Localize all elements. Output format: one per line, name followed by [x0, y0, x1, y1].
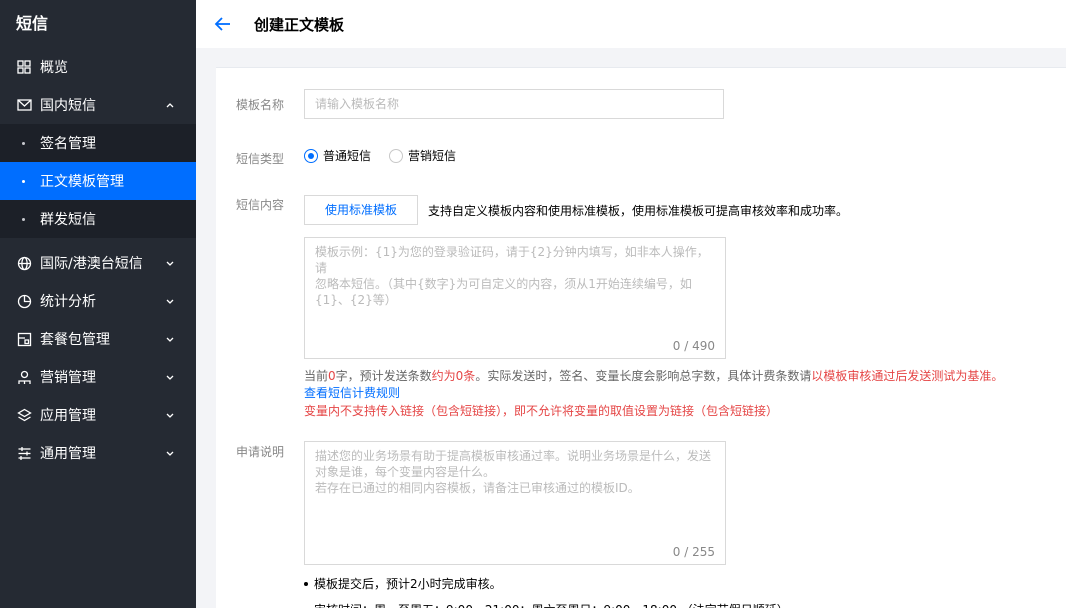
sidebar-item-label: 群发短信	[40, 212, 96, 228]
sidebar-item-label: 统计分析	[40, 294, 96, 310]
chevron-down-icon	[166, 299, 174, 304]
page-title: 创建正文模板	[254, 15, 345, 34]
sms-type-label: 短信类型	[236, 152, 285, 166]
bullet-dot	[22, 218, 25, 221]
sidebar-item-general[interactable]: 通用管理	[0, 434, 196, 472]
sidebar-item-label: 套餐包管理	[40, 332, 110, 348]
submenu-domestic-sms: 签名管理 正文模板管理 群发短信	[0, 124, 196, 238]
sidebar-item-international-sms[interactable]: 国际/港澳台短信	[0, 244, 196, 282]
bullet-dot	[22, 142, 25, 145]
chevron-down-icon	[166, 413, 174, 418]
radio-marketing-sms[interactable]	[389, 148, 404, 163]
sidebar-item-label: 应用管理	[40, 408, 96, 424]
sidebar-item-marketing[interactable]: 营销管理	[0, 358, 196, 396]
mail-icon	[16, 97, 32, 113]
chevron-down-icon	[166, 261, 174, 266]
layers-icon	[16, 407, 32, 423]
content-placeholder-line: {1}、{2}等）	[315, 293, 397, 307]
content-placeholder-line: 忽略本短信。（其中{数字}为可自定义的内容，须从1开始连续编号，如	[315, 277, 692, 291]
sidebar-item-package-management[interactable]: 套餐包管理	[0, 320, 196, 358]
note-text: 字，预计发送条数	[335, 369, 432, 383]
page-header: 创建正文模板	[196, 0, 1066, 48]
radio-normal-sms[interactable]	[304, 148, 318, 163]
pie-chart-icon	[16, 293, 32, 309]
user-group-icon	[16, 369, 32, 385]
note-text: 。实际发送时，签名、变量长度会影响总字数，具体计费条数请	[475, 369, 812, 383]
sidebar-item-label: 签名管理	[40, 136, 96, 152]
desc-placeholder-line: 对象是谁，每个变量内容是什么。	[315, 465, 496, 479]
sidebar-item-label: 营销管理	[40, 370, 96, 386]
review-note-item: 模板提交后，预计2小时完成审核。	[304, 573, 789, 595]
content-placeholder-line: 模板示例：{1}为您的登录验证码，请于{2}分钟内填写，如非本人操作，请	[315, 245, 709, 275]
sms-content-textarea[interactable]: 模板示例：{1}为您的登录验证码，请于{2}分钟内填写，如非本人操作，请 忽略本…	[304, 237, 726, 359]
sms-type-radio-group: 普通短信 营销短信	[304, 147, 474, 164]
sidebar-item-label: 概览	[40, 60, 68, 76]
bullet-dot	[22, 180, 25, 183]
radio-label-normal[interactable]: 普通短信	[323, 147, 371, 164]
sidebar-item-domestic-sms[interactable]: 国内短信	[0, 86, 196, 124]
note-text: 当前	[304, 369, 329, 383]
form-card: 模板名称 请输入模板名称 短信类型 普通短信 营销短信 短信内容 使用标准模板 …	[216, 67, 1066, 608]
note-highlight: 以模板审核通过后发送测试为基准。	[811, 369, 1004, 383]
chevron-down-icon	[166, 337, 174, 342]
standard-template-description: 支持自定义模板内容和使用标准模板，使用标准模板可提高审核效率和成功率。	[428, 204, 849, 218]
chevron-down-icon	[166, 375, 174, 380]
template-name-input[interactable]: 请输入模板名称	[304, 89, 724, 119]
radio-label-marketing[interactable]: 营销短信	[408, 147, 456, 164]
chevron-up-icon	[166, 103, 174, 108]
desc-placeholder-line: 若存在已通过的相同内容模板，请备注已审核通过的模板ID。	[315, 481, 640, 495]
grid-icon	[16, 59, 32, 75]
application-description-label: 申请说明	[236, 445, 285, 459]
chevron-down-icon	[166, 451, 174, 456]
desc-placeholder-line: 描述您的业务场景有助于提高模板审核通过率。说明业务场景是什么，发送	[315, 449, 712, 463]
use-standard-template-button[interactable]: 使用标准模板	[304, 195, 418, 225]
sidebar-item-application[interactable]: 应用管理	[0, 396, 196, 434]
review-notes: 模板提交后，预计2小时完成审核。 审核时间：周一至周五：9:00 - 21:00…	[304, 573, 789, 608]
review-note-item: 审核时间：周一至周五：9:00 - 21:00；周六至周日：9:00 - 18:…	[304, 599, 789, 608]
sidebar-item-label: 通用管理	[40, 446, 96, 462]
note-estimate: 约为0条	[431, 369, 476, 383]
sidebar-brand: 短信	[16, 14, 49, 33]
sidebar-item-label: 国际/港澳台短信	[40, 256, 143, 272]
globe-icon	[16, 255, 32, 271]
billing-note: 当前0字，预计发送条数约为0条。实际发送时，签名、变量长度会影响总字数，具体计费…	[304, 368, 1003, 384]
sidebar-item-overview[interactable]: 概览	[0, 48, 196, 86]
sidebar-item-signature-management[interactable]: 签名管理	[0, 124, 196, 162]
desc-char-count: 0 / 255	[672, 545, 715, 559]
template-name-label: 模板名称	[236, 98, 285, 112]
sidebar-item-label: 国内短信	[40, 98, 96, 114]
sms-content-label: 短信内容	[236, 198, 285, 212]
sidebar: 短信 概览 国内短信 签名管理 正文模板管理 群发短信 国际/港澳台短信 统计分…	[0, 0, 196, 608]
sidebar-item-template-management[interactable]: 正文模板管理	[0, 162, 196, 200]
variable-link-warning: 变量内不支持传入链接（包含短链接），即不允许将变量的取值设置为链接（包含短链接）	[304, 404, 779, 418]
sidebar-item-bulk-sms[interactable]: 群发短信	[0, 200, 196, 238]
settings-sliders-icon	[16, 445, 32, 461]
content-char-count: 0 / 490	[672, 339, 715, 353]
package-icon	[16, 331, 32, 347]
back-arrow-icon[interactable]	[214, 15, 232, 33]
billing-rules-link[interactable]: 查看短信计费规则	[304, 385, 400, 401]
note-char-count: 0	[328, 369, 336, 383]
application-description-textarea[interactable]: 描述您的业务场景有助于提高模板审核通过率。说明业务场景是什么，发送 对象是谁，每…	[304, 441, 726, 565]
sidebar-item-label: 正文模板管理	[40, 174, 124, 190]
sidebar-item-statistics[interactable]: 统计分析	[0, 282, 196, 320]
